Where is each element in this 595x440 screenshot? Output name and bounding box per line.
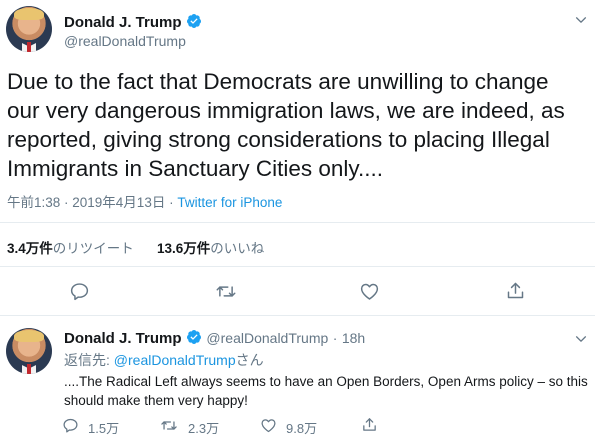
tweet-meta: 午前1:38 · 2019年4月13日 · Twitter for iPhone <box>7 191 282 211</box>
verified-badge-icon <box>186 14 201 28</box>
divider <box>0 222 595 223</box>
reply-count: 1.5万 <box>88 421 120 436</box>
likes-label: のいいね <box>210 241 265 256</box>
retweets-label: のリツイート <box>52 241 134 256</box>
avatar[interactable] <box>6 6 52 52</box>
reply-author-name[interactable]: Donald J. Trump <box>64 330 182 347</box>
avatar-tie <box>26 41 32 52</box>
retweet-icon[interactable] <box>215 281 237 302</box>
reply-separator: · <box>332 330 338 346</box>
reply-avatar[interactable] <box>6 328 52 374</box>
avatar-hair <box>14 7 44 20</box>
retweets-count: 3.4万件 <box>7 241 53 256</box>
tweet-timestamp[interactable]: 午前1:38 · 2019年4月13日 <box>7 195 165 210</box>
share-icon[interactable] <box>361 416 378 433</box>
verified-badge-icon <box>186 330 201 344</box>
share-icon[interactable] <box>505 280 526 301</box>
retweet-icon[interactable] <box>160 417 178 434</box>
avatar-tie <box>26 363 32 374</box>
author-name[interactable]: Donald J. Trump <box>64 14 182 31</box>
avatar-hair <box>14 329 44 342</box>
likes-count: 13.6万件 <box>157 241 211 256</box>
reply-icon[interactable] <box>69 281 90 302</box>
retweets-stat[interactable]: 3.4万件のリツイート <box>7 237 134 258</box>
divider <box>0 266 595 267</box>
reply-text: ....The Radical Left always seems to hav… <box>64 374 588 408</box>
reply-header: Donald J. Trump @realDonaldTrump · 18h <box>64 329 365 348</box>
chevron-down-icon[interactable] <box>574 13 588 27</box>
reply-icon[interactable] <box>62 417 79 434</box>
heart-icon[interactable] <box>359 281 380 302</box>
heart-icon[interactable] <box>260 417 277 434</box>
reply-to-mention[interactable]: @realDonaldTrump <box>114 352 236 368</box>
reply-to-prefix: 返信先: <box>64 352 110 368</box>
reply-time[interactable]: 18h <box>342 330 365 346</box>
reply-to-suffix: さん <box>235 352 264 368</box>
chevron-down-icon[interactable] <box>574 332 588 346</box>
author-handle[interactable]: @realDonaldTrump <box>64 33 186 49</box>
like-count: 9.8万 <box>286 421 318 436</box>
reply-author-handle[interactable]: @realDonaldTrump <box>206 330 328 346</box>
tweet-text: Due to the fact that Democrats are unwil… <box>7 69 565 181</box>
likes-stat[interactable]: 13.6万件のいいね <box>157 237 264 258</box>
tweet-source[interactable]: Twitter for iPhone <box>177 195 282 210</box>
retweet-count: 2.3万 <box>188 421 220 436</box>
divider <box>0 315 595 316</box>
reply-to-line: 返信先: @realDonaldTrumpさん <box>64 350 264 370</box>
author-block[interactable]: Donald J. Trump <box>64 13 202 32</box>
